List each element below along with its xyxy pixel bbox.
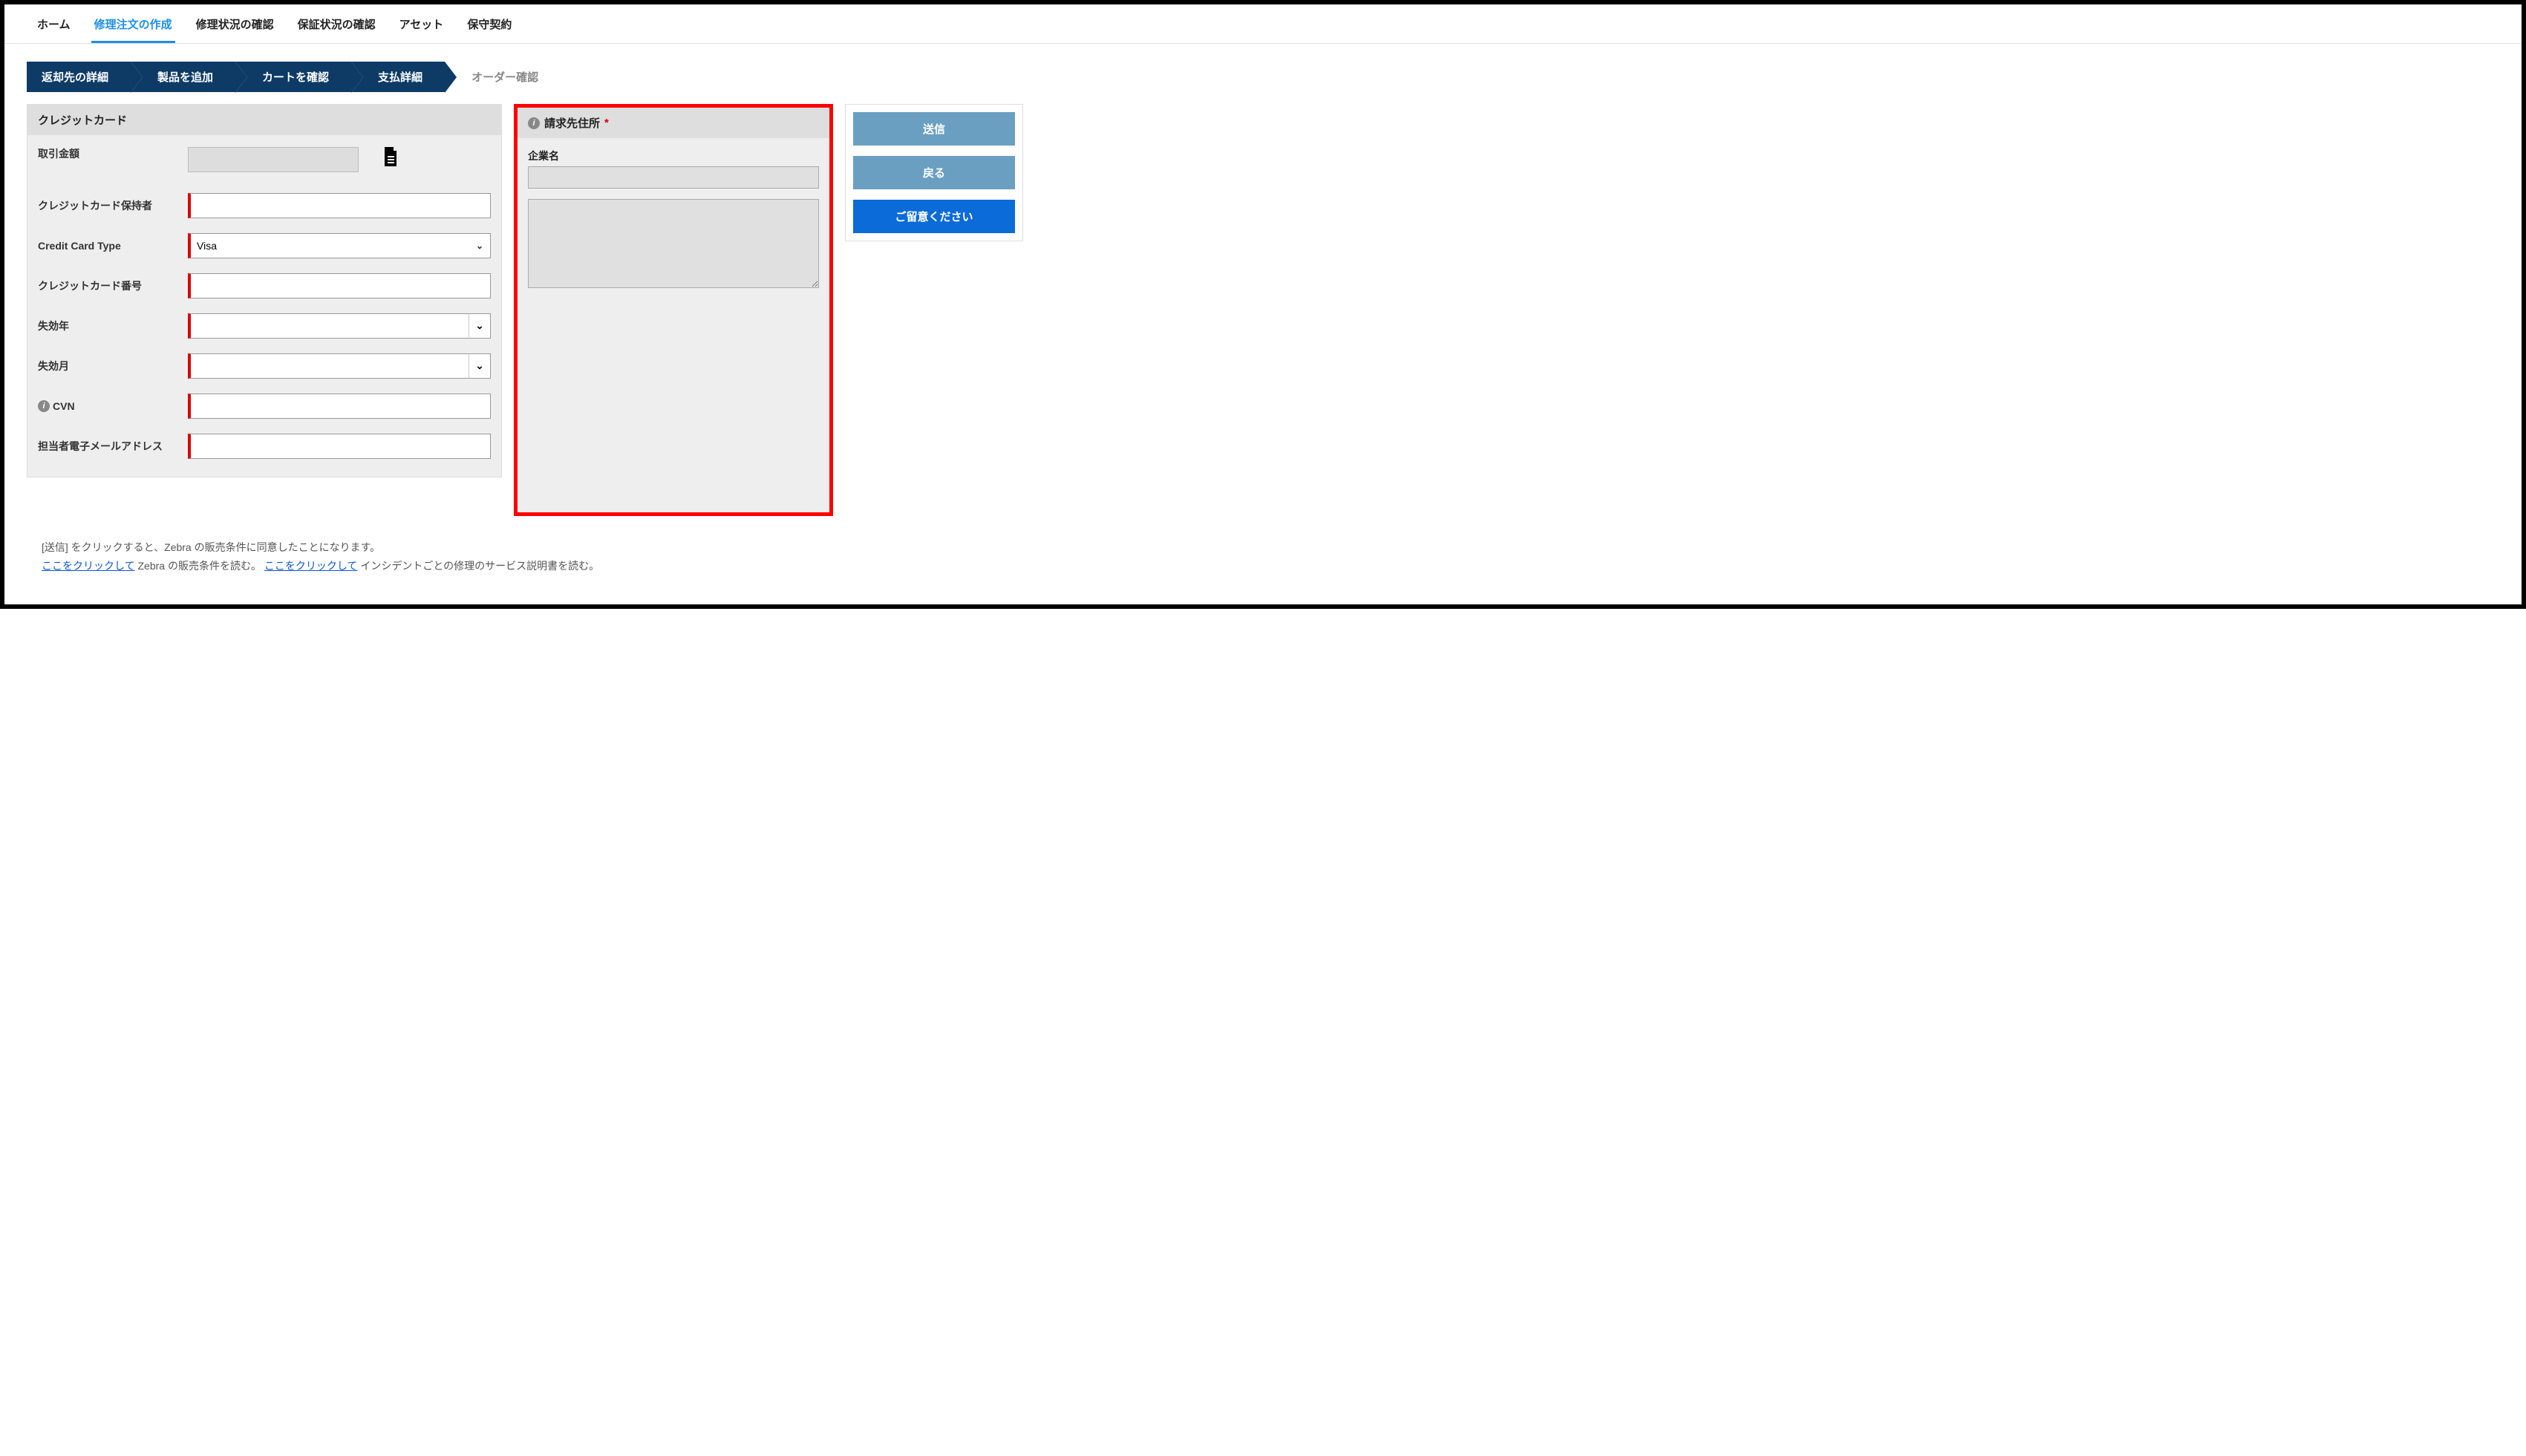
card-type-select[interactable]: Visa [188, 233, 491, 258]
action-sidebar: 送信 戻る ご留意ください [845, 104, 1023, 241]
credit-card-panel: クレジットカード 取引金額 クレジットカード保持者 Credit Card Ty… [27, 104, 502, 477]
submit-button[interactable]: 送信 [853, 112, 1015, 146]
step-return-detail[interactable]: 返却先の詳細 [27, 62, 131, 92]
billing-address-panel: i 請求先住所 * 企業名 [514, 104, 833, 516]
terms-link[interactable]: ここをクリックして [42, 560, 135, 572]
company-name-label: 企業名 [528, 148, 819, 163]
info-icon[interactable]: i [528, 117, 540, 129]
card-holder-input[interactable] [188, 193, 491, 218]
card-number-label: クレジットカード番号 [38, 279, 179, 293]
service-desc-link[interactable]: ここをクリックして [264, 560, 358, 572]
cvn-label-text: CVN [53, 399, 75, 413]
top-nav: ホーム 修理注文の作成 修理状況の確認 保証状況の確認 アセット 保守契約 [4, 4, 2522, 44]
footer-suffix-text: インシデントごとの修理のサービス説明書を読む。 [357, 560, 599, 572]
amount-field [188, 147, 359, 172]
billing-address-textarea[interactable] [528, 199, 819, 288]
card-holder-label: クレジットカード保持者 [38, 199, 179, 212]
card-type-label: Credit Card Type [38, 239, 179, 252]
nav-warranty-status[interactable]: 保証状況の確認 [295, 9, 379, 43]
cvn-input[interactable] [188, 394, 491, 419]
required-indicator: * [604, 117, 609, 129]
card-number-input[interactable] [188, 273, 491, 298]
footer-mid-text: Zebra の販売条件を読む。 [135, 560, 264, 572]
step-order-confirm: オーダー確認 [445, 62, 561, 92]
note-button[interactable]: ご留意ください [853, 200, 1015, 233]
nav-create-repair[interactable]: 修理注文の作成 [91, 9, 175, 43]
exp-year-label: 失効年 [38, 319, 179, 333]
email-input[interactable] [188, 434, 491, 459]
nav-repair-status[interactable]: 修理状況の確認 [193, 9, 277, 43]
info-icon[interactable]: i [38, 400, 50, 412]
footer-text: [送信] をクリックすると、Zebra の販売条件に同意したことになります。 こ… [42, 538, 2522, 575]
back-button[interactable]: 戻る [853, 156, 1015, 189]
billing-header-text: 請求先住所 [544, 115, 600, 131]
footer-line2: ここをクリックして Zebra の販売条件を読む。 ここをクリックして インシデ… [42, 557, 2522, 575]
exp-year-input[interactable] [188, 313, 469, 339]
exp-month-dropdown-button[interactable]: ⌄ [469, 353, 491, 379]
footer-line1: [送信] をクリックすると、Zebra の販売条件に同意したことになります。 [42, 538, 2522, 557]
step-add-product[interactable]: 製品を追加 [131, 62, 235, 92]
step-payment-detail[interactable]: 支払詳細 [351, 62, 445, 92]
email-label: 担当者電子メールアドレス [38, 440, 179, 453]
document-icon[interactable] [382, 147, 399, 171]
exp-year-dropdown-button[interactable]: ⌄ [469, 313, 491, 339]
exp-month-label: 失効月 [38, 359, 179, 373]
nav-contract[interactable]: 保守契約 [464, 9, 515, 43]
credit-card-header: クレジットカード [27, 105, 501, 135]
step-check-cart[interactable]: カートを確認 [235, 62, 351, 92]
billing-address-header: i 請求先住所 * [518, 108, 829, 138]
company-name-input[interactable] [528, 166, 819, 189]
cvn-label: i CVN [38, 399, 179, 413]
exp-month-input[interactable] [188, 353, 469, 379]
step-breadcrumb: 返却先の詳細 製品を追加 カートを確認 支払詳細 オーダー確認 [27, 62, 2522, 92]
nav-asset[interactable]: アセット [396, 9, 447, 43]
amount-label: 取引金額 [38, 147, 179, 160]
nav-home[interactable]: ホーム [34, 9, 74, 43]
